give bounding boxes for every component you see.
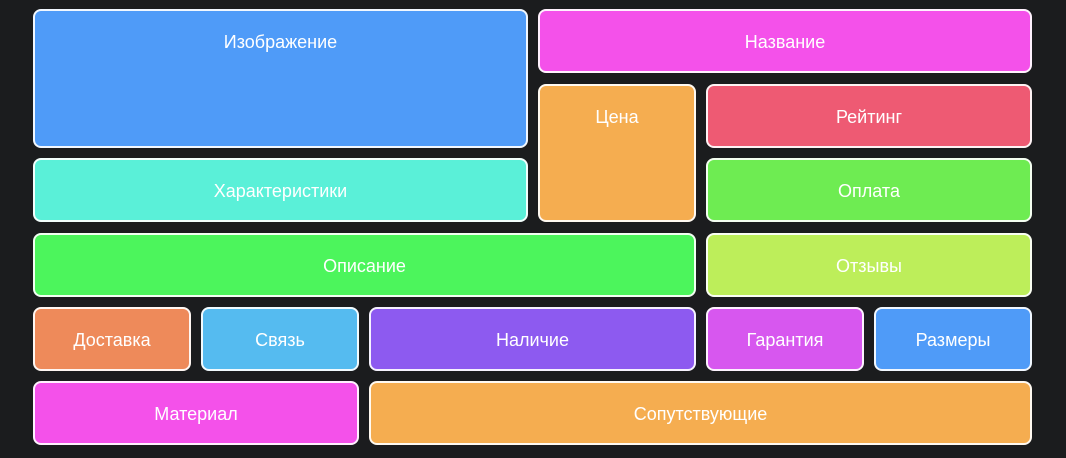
tile-specs[interactable]: Характеристики	[33, 158, 528, 222]
tile-name[interactable]: Название	[538, 9, 1032, 73]
tile-delivery[interactable]: Доставка	[33, 307, 191, 371]
tile-description[interactable]: Описание	[33, 233, 696, 297]
tile-stock[interactable]: Наличие	[369, 307, 696, 371]
tile-related[interactable]: Сопутствующие	[369, 381, 1032, 445]
tile-image[interactable]: Изображение	[33, 9, 528, 148]
tile-price[interactable]: Цена	[538, 84, 696, 222]
tile-contact[interactable]: Связь	[201, 307, 359, 371]
tile-payment[interactable]: Оплата	[706, 158, 1032, 222]
tile-material[interactable]: Материал	[33, 381, 359, 445]
tile-rating[interactable]: Рейтинг	[706, 84, 1032, 148]
tile-warranty[interactable]: Гарантия	[706, 307, 864, 371]
tile-sizes[interactable]: Размеры	[874, 307, 1032, 371]
tile-reviews[interactable]: Отзывы	[706, 233, 1032, 297]
